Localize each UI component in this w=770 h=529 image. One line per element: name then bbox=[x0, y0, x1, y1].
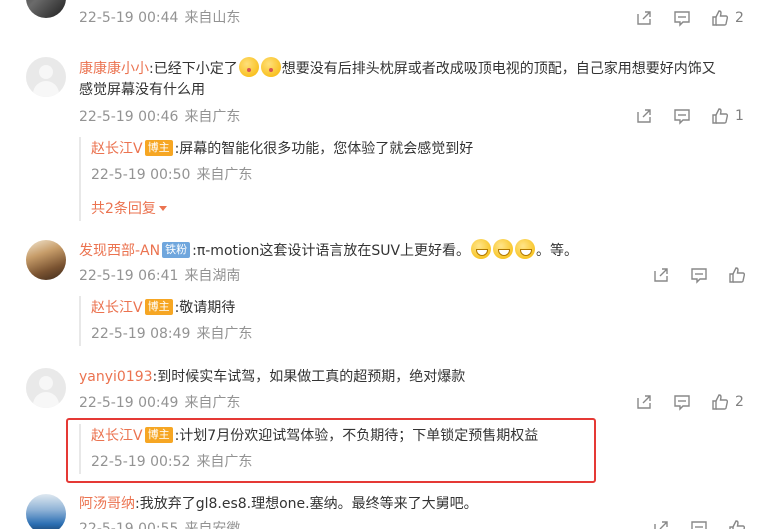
highlight-box bbox=[66, 418, 596, 483]
reply-username[interactable]: 赵长江V bbox=[91, 300, 143, 316]
comment-actions: 2 bbox=[635, 393, 744, 411]
more-replies-label: 共2条回复 bbox=[91, 201, 156, 217]
comment-icon bbox=[690, 266, 708, 284]
comment-actions: 1 bbox=[635, 107, 744, 125]
reply-location: 来自广东 bbox=[196, 326, 253, 342]
comment-text: 感觉屏幕没有什么用 bbox=[79, 82, 205, 98]
laugh-emoji-icon bbox=[471, 239, 492, 259]
laugh-emoji-icon bbox=[493, 239, 514, 259]
laugh-emoji-icon bbox=[515, 239, 536, 259]
comment-location: 来自安徽 bbox=[184, 521, 241, 529]
forward-button[interactable] bbox=[652, 266, 670, 284]
reply-meta: 22-5-19 00:50 来自广东 bbox=[91, 165, 258, 185]
comment-time: 22-5-19 00:44 bbox=[79, 10, 179, 26]
share-icon bbox=[652, 266, 670, 284]
thumbs-up-icon bbox=[711, 9, 729, 27]
comment-text: :我放弃了gl8.es8.理想one.塞纳。最终等来了大舅吧。 bbox=[135, 496, 478, 512]
comment-button[interactable] bbox=[690, 519, 708, 529]
comment-icon bbox=[673, 107, 691, 125]
comment-time: 22-5-19 00:46 bbox=[79, 109, 179, 125]
like-button[interactable] bbox=[728, 519, 746, 529]
avatar[interactable] bbox=[26, 0, 66, 18]
comment-meta: 22-5-19 00:46 来自广东 bbox=[79, 107, 246, 127]
comment-content: 阿汤哥纳:我放弃了gl8.es8.理想one.塞纳。最终等来了大舅吧。 bbox=[79, 494, 478, 514]
forward-button[interactable] bbox=[635, 107, 653, 125]
reply-time: 22-5-19 00:50 bbox=[91, 167, 191, 183]
comment-content: yanyi0193:到时候实车试驾，如果做工真的超预期，绝对爆款 bbox=[79, 367, 465, 387]
comment-text: 。等。 bbox=[536, 243, 579, 259]
reply-block: 赵长江V 博主:敬请期待 22-5-19 08:49 来自广东 bbox=[79, 296, 579, 346]
like-count: 2 bbox=[735, 10, 744, 26]
caret-down-icon bbox=[158, 206, 167, 211]
comment-location: 来自广东 bbox=[184, 395, 241, 411]
share-icon bbox=[635, 9, 653, 27]
forward-button[interactable] bbox=[635, 393, 653, 411]
comment-button[interactable] bbox=[673, 393, 691, 411]
comment-username[interactable]: 发现西部-AN bbox=[79, 243, 160, 259]
comment-icon bbox=[690, 519, 708, 529]
comment-meta: 22-5-19 00:44 来自山东 bbox=[79, 8, 246, 28]
reply-content: 赵长江V 博主:敬请期待 bbox=[91, 298, 235, 318]
comment-time: 22-5-19 00:55 bbox=[79, 521, 179, 529]
author-badge: 博主 bbox=[144, 140, 173, 156]
comment-button[interactable] bbox=[673, 9, 691, 27]
forward-button[interactable] bbox=[635, 9, 653, 27]
reply-content: 赵长江V 博主:屏幕的智能化很多功能，您体验了就会感觉到好 bbox=[91, 139, 473, 159]
reply-location: 来自广东 bbox=[196, 167, 253, 183]
comment-username[interactable]: 康康康小小 bbox=[79, 61, 149, 77]
avatar[interactable] bbox=[26, 240, 66, 280]
like-count: 1 bbox=[735, 108, 744, 124]
forward-button[interactable] bbox=[652, 519, 670, 529]
comment-meta: 22-5-19 00:55 来自安徽 bbox=[79, 519, 246, 529]
comment-content: 康康康小小:已经下小定了 想要没有后排头枕屏或者改成吸顶电视的顶配，自己家用想要好… bbox=[79, 57, 716, 79]
comment-button[interactable] bbox=[690, 266, 708, 284]
like-button[interactable]: 2 bbox=[711, 9, 744, 27]
comment-actions: 2 bbox=[635, 9, 744, 27]
reply-block: 赵长江V 博主:屏幕的智能化很多功能，您体验了就会感觉到好 22-5-19 00:… bbox=[79, 137, 579, 221]
avatar[interactable] bbox=[26, 57, 66, 97]
author-badge: 博主 bbox=[144, 299, 173, 315]
share-icon bbox=[635, 107, 653, 125]
comment-meta: 22-5-19 00:49 来自广东 bbox=[79, 393, 246, 413]
share-icon bbox=[652, 519, 670, 529]
reply-text: :敬请期待 bbox=[174, 300, 236, 316]
share-icon bbox=[635, 393, 653, 411]
comment-username[interactable]: yanyi0193 bbox=[79, 369, 153, 385]
like-button[interactable]: 1 bbox=[711, 107, 744, 125]
avatar[interactable] bbox=[26, 494, 66, 529]
thumbs-up-icon bbox=[728, 519, 746, 529]
comment-actions bbox=[652, 266, 746, 284]
comment-content: 发现西部-AN 铁粉:π-motion这套设计语言放在SUV上更好看。 。等。 bbox=[79, 239, 578, 261]
more-replies-link[interactable]: 共2条回复 bbox=[91, 199, 167, 219]
fan-badge: 铁粉 bbox=[162, 242, 191, 258]
comment-username[interactable]: 阿汤哥纳 bbox=[79, 496, 135, 512]
comment-text: 想要没有后排头枕屏或者改成吸顶电视的顶配，自己家用想要好内饰又 bbox=[281, 61, 716, 77]
comment-meta: 22-5-19 06:41 来自湖南 bbox=[79, 266, 246, 286]
comment-location: 来自湖南 bbox=[184, 268, 241, 284]
kiss-emoji-icon bbox=[238, 57, 259, 77]
comment-button[interactable] bbox=[673, 107, 691, 125]
comment-location: 来自广东 bbox=[184, 109, 241, 125]
avatar[interactable] bbox=[26, 368, 66, 408]
reply-text: :屏幕的智能化很多功能，您体验了就会感觉到好 bbox=[174, 141, 474, 157]
comment-text: :π-motion这套设计语言放在SUV上更好看。 bbox=[192, 243, 471, 259]
comment-icon bbox=[673, 393, 691, 411]
like-button[interactable]: 2 bbox=[711, 393, 744, 411]
like-count: 2 bbox=[735, 394, 744, 410]
comment-actions bbox=[652, 519, 746, 529]
thumbs-up-icon bbox=[711, 107, 729, 125]
comment-text: :到时候实车试驾，如果做工真的超预期，绝对爆款 bbox=[152, 369, 466, 385]
like-button[interactable] bbox=[728, 266, 746, 284]
comment-time: 22-5-19 00:49 bbox=[79, 395, 179, 411]
reply-meta: 22-5-19 08:49 来自广东 bbox=[91, 324, 258, 344]
reply-time: 22-5-19 08:49 bbox=[91, 326, 191, 342]
reply-username[interactable]: 赵长江V bbox=[91, 141, 143, 157]
comment-icon bbox=[673, 9, 691, 27]
thumbs-up-icon bbox=[711, 393, 729, 411]
comment-time: 22-5-19 06:41 bbox=[79, 268, 179, 284]
thumbs-up-icon bbox=[728, 266, 746, 284]
kiss-emoji-icon bbox=[260, 57, 281, 77]
comment-location: 来自山东 bbox=[184, 10, 241, 26]
comment-text: :已经下小定了 bbox=[149, 61, 238, 77]
